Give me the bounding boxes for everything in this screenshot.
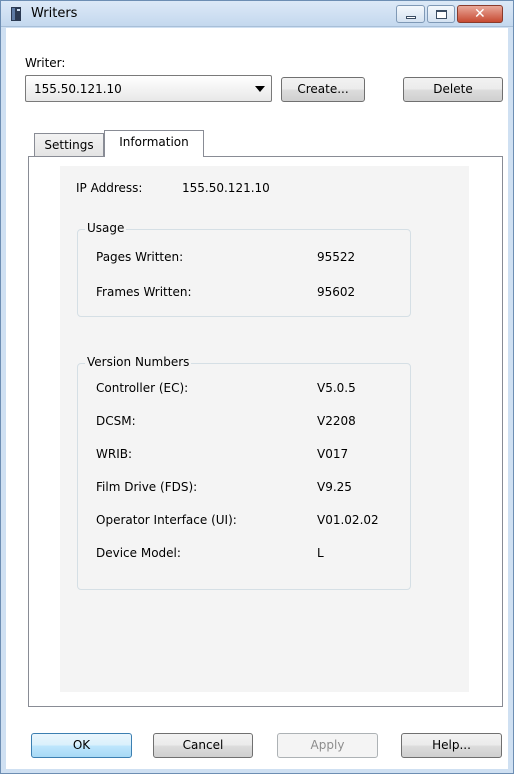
version-value: V01.02.02 [317, 513, 379, 527]
ok-button[interactable]: OK [31, 733, 132, 758]
usage-legend: Usage [85, 221, 127, 235]
pages-written-value: 95522 [317, 250, 356, 264]
chevron-down-icon[interactable] [255, 86, 265, 92]
version-value: V017 [317, 447, 349, 461]
writer-select-value: 155.50.121.10 [34, 82, 122, 96]
cancel-button[interactable]: Cancel [153, 733, 253, 758]
create-button[interactable]: Create... [281, 77, 365, 102]
minimize-button[interactable] [396, 5, 425, 23]
version-label: Film Drive (FDS): [96, 480, 198, 494]
version-label: WRIB: [96, 447, 133, 461]
title-bar[interactable]: Writers ✕ [1, 1, 513, 27]
usage-group [77, 229, 411, 317]
close-button[interactable]: ✕ [457, 5, 503, 23]
close-icon: ✕ [474, 6, 486, 22]
tab-settings[interactable]: Settings [34, 133, 104, 157]
minimize-icon [406, 16, 416, 19]
maximize-icon [436, 10, 447, 19]
version-value: L [317, 546, 324, 560]
window-title: Writers [31, 6, 78, 21]
delete-button[interactable]: Delete [403, 77, 503, 102]
version-label: Device Model: [96, 546, 181, 560]
app-icon [9, 6, 23, 22]
writers-window: Writers ✕ Writer: 155.50.121.10 Create..… [0, 0, 514, 774]
version-label: DCSM: [96, 414, 136, 428]
writer-select[interactable]: 155.50.121.10 [25, 75, 272, 102]
writer-label: Writer: [25, 56, 66, 70]
version-numbers-legend: Version Numbers [85, 355, 192, 369]
version-label: Controller (EC): [96, 381, 189, 395]
apply-button[interactable]: Apply [277, 733, 378, 758]
tab-information[interactable]: Information [104, 130, 204, 157]
frames-written-label: Frames Written: [96, 285, 192, 299]
pages-written-label: Pages Written: [96, 250, 184, 264]
ip-address-label: IP Address: [76, 181, 143, 195]
version-label: Operator Interface (UI): [96, 513, 237, 527]
version-value: V5.0.5 [317, 381, 356, 395]
version-value: V2208 [317, 414, 356, 428]
frames-written-value: 95602 [317, 285, 356, 299]
maximize-button[interactable] [427, 5, 455, 23]
help-button[interactable]: Help... [401, 733, 502, 758]
ip-address-value: 155.50.121.10 [182, 181, 270, 195]
version-value: V9.25 [317, 480, 352, 494]
